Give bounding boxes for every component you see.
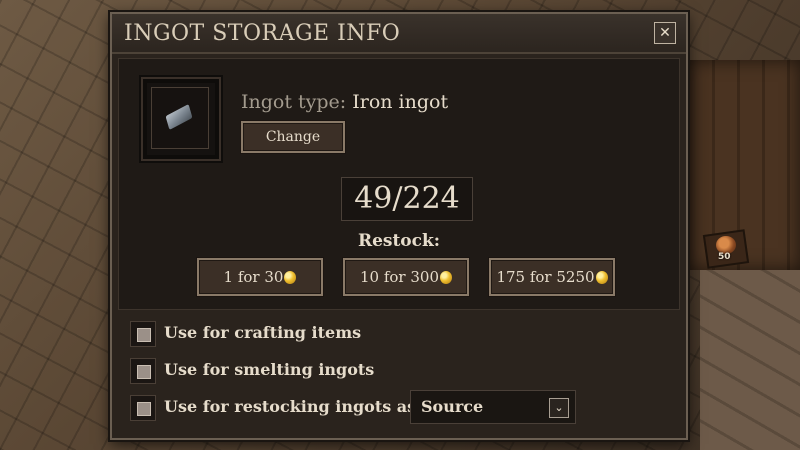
ingot-slot-frame — [151, 87, 209, 149]
title-bar: INGOT STORAGE INFO ✕ — [112, 14, 686, 54]
ingot-count: 49/224 — [341, 177, 473, 221]
gold-coin-icon — [284, 271, 297, 284]
restocking-checkbox[interactable] — [130, 395, 156, 421]
stack-count: 50 — [718, 252, 731, 262]
chevron-down-icon[interactable]: ⌄ — [549, 398, 569, 418]
restock-175-label: 175 for 5250 — [496, 268, 595, 286]
iron-ingot-icon — [165, 104, 193, 130]
ingot-storage-window: INGOT STORAGE INFO ✕ Ingot type: Iron in… — [110, 12, 688, 440]
gold-coin-icon — [440, 271, 452, 284]
restock-label: Restock: — [357, 231, 441, 251]
restock-1-label: 1 for 30 — [223, 268, 284, 286]
restock-mode-select[interactable]: Source ⌄ — [410, 390, 576, 424]
gold-coin-icon — [595, 271, 608, 284]
crafting-checkbox[interactable] — [130, 321, 156, 347]
crafting-option-label: Use for crafting items — [164, 323, 362, 342]
change-button[interactable]: Change — [241, 121, 345, 153]
restock-mode-value: Source — [421, 397, 484, 416]
ingot-type-label: Ingot type: — [241, 91, 347, 113]
ingot-slot[interactable] — [141, 77, 221, 161]
restock-175-button[interactable]: 175 for 5250 — [489, 258, 615, 296]
smelting-checkbox[interactable] — [130, 358, 156, 384]
ingot-type-value: Iron ingot — [352, 91, 449, 113]
restock-1-button[interactable]: 1 for 30 — [197, 258, 323, 296]
close-icon[interactable]: ✕ — [654, 22, 676, 44]
ingot-info-section: Ingot type: Iron ingot Change 49/224 Res… — [118, 58, 680, 310]
restock-10-button[interactable]: 10 for 300 — [343, 258, 469, 296]
stone-floor — [700, 270, 800, 450]
ingot-type-line: Ingot type: Iron ingot — [241, 91, 448, 113]
smelting-option-label: Use for smelting ingots — [164, 360, 375, 379]
window-title: INGOT STORAGE INFO — [124, 21, 401, 46]
restock-10-label: 10 for 300 — [359, 268, 439, 286]
restocking-option-label: Use for restocking ingots as: — [164, 397, 423, 416]
